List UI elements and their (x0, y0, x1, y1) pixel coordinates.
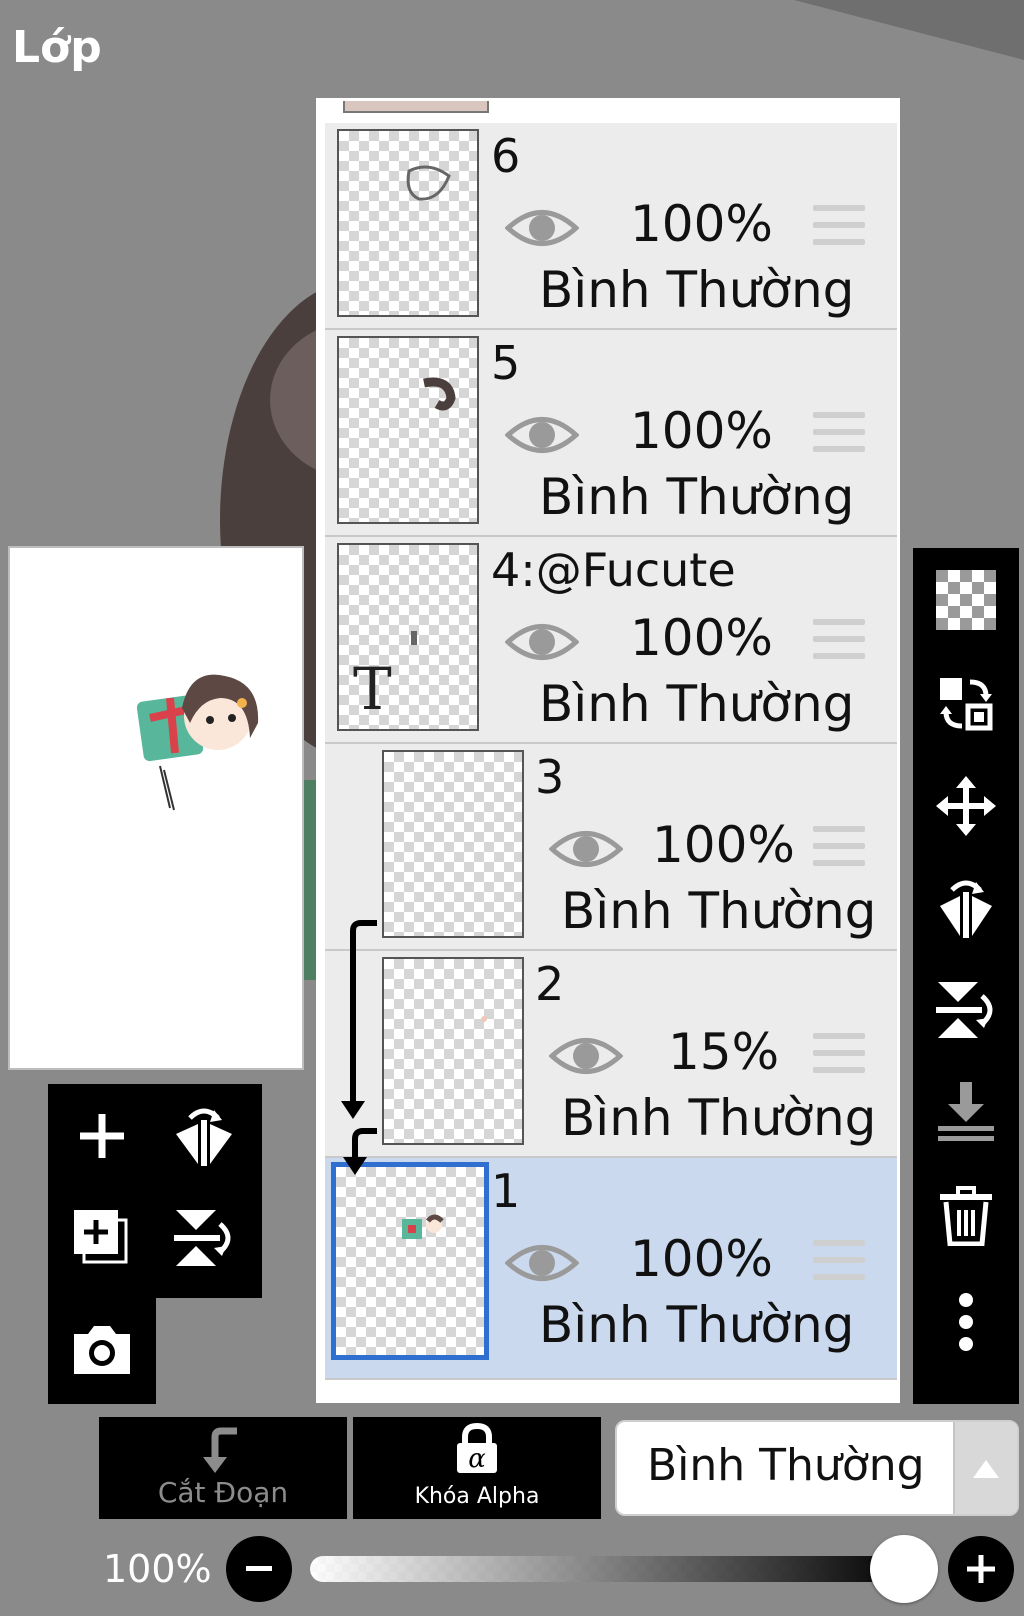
trash-icon[interactable] (936, 1186, 996, 1246)
layer-blend-mode: Bình Thường (539, 1296, 855, 1354)
eye-icon[interactable] (505, 1238, 579, 1288)
clip-button[interactable]: Cắt Đoạn (99, 1417, 347, 1519)
eye-icon[interactable] (505, 410, 579, 460)
flip-vertical-icon[interactable] (936, 980, 996, 1040)
flip-horizontal-icon[interactable] (172, 1104, 236, 1168)
layer-blend-mode: Bình Thường (561, 882, 877, 940)
layer-opacity: 100% (652, 816, 795, 874)
drag-handle-icon[interactable] (813, 205, 865, 249)
alpha-lock-button[interactable]: α Khóa Alpha (353, 1417, 601, 1519)
clipping-arrows-icon (341, 920, 377, 1175)
swap-layers-icon[interactable] (936, 674, 996, 734)
clip-arrow-icon (203, 1427, 237, 1473)
layer-row[interactable]: 3 100% Bình Thường (325, 744, 897, 951)
layer-row[interactable]: 2 15% Bình Thường (325, 951, 897, 1158)
layer-blend-mode: Bình Thường (539, 261, 855, 319)
layer-blend-mode: Bình Thường (539, 468, 855, 526)
canvas-preview[interactable] (8, 546, 304, 1070)
layer-opacity: 15% (668, 1023, 780, 1081)
layer-name: 1 (491, 1164, 521, 1218)
svg-text:α: α (468, 1444, 486, 1474)
layer-row[interactable]: T 4:@Fucute 100% Bình Thường (325, 537, 897, 744)
layer-row[interactable]: 6 100% Bình Thường (325, 123, 897, 330)
layer-row[interactable]: 5 100% Bình Thường (325, 330, 897, 537)
merge-down-icon[interactable] (936, 1082, 996, 1142)
layer-blend-mode: Bình Thường (561, 1089, 877, 1147)
alpha-lock-label: Khóa Alpha (414, 1484, 540, 1509)
camera-icon[interactable] (70, 1318, 134, 1382)
left-toolbar-bottom (48, 1296, 156, 1404)
eye-icon[interactable] (549, 1031, 623, 1081)
more-icon[interactable] (936, 1292, 996, 1352)
blend-mode-value: Bình Thường (647, 1440, 925, 1491)
drag-handle-icon[interactable] (813, 826, 865, 870)
layer-row-selected[interactable]: 1 100% Bình Thường (325, 1158, 897, 1380)
drag-handle-icon[interactable] (813, 1240, 865, 1284)
increase-opacity-button[interactable] (948, 1536, 1014, 1602)
decrease-opacity-button[interactable] (226, 1536, 292, 1602)
layer-name: 3 (535, 750, 565, 804)
clip-label: Cắt Đoạn (157, 1476, 289, 1509)
eye-icon[interactable] (549, 824, 623, 874)
opacity-label: 100% (103, 1547, 212, 1591)
layer-thumbnail (382, 750, 524, 938)
flip-vertical-icon[interactable] (172, 1206, 236, 1270)
right-toolbar (913, 548, 1019, 1404)
layer-opacity: 100% (630, 1230, 773, 1288)
eye-icon[interactable] (505, 203, 579, 253)
add-layer-copy-icon[interactable] (70, 1206, 134, 1270)
layer-name: 2 (535, 957, 565, 1011)
lock-icon: α (457, 1423, 497, 1474)
layer-opacity: 100% (630, 609, 773, 667)
layer-opacity: 100% (630, 195, 773, 253)
opacity-slider[interactable] (310, 1556, 910, 1582)
layer-list-panel[interactable]: 6 100% Bình Thường 5 100% Bình Thường T … (316, 98, 900, 1403)
add-layer-icon[interactable] (70, 1104, 134, 1168)
move-icon[interactable] (936, 776, 996, 836)
layer-thumbnail (382, 957, 524, 1145)
page-title: Lớp (12, 22, 102, 73)
character-illustration (136, 674, 259, 811)
chevron-up-icon[interactable] (953, 1422, 1017, 1514)
layer-opacity: 100% (630, 402, 773, 460)
layer-name: 6 (491, 129, 521, 183)
flip-horizontal-icon[interactable] (936, 878, 996, 938)
drag-handle-icon[interactable] (813, 412, 865, 456)
eye-icon[interactable] (505, 617, 579, 667)
layer-name: 4:@Fucute (491, 543, 736, 597)
minus-icon (246, 1566, 272, 1571)
drag-handle-icon[interactable] (813, 1033, 865, 1077)
opacity-slider-thumb[interactable] (870, 1535, 938, 1603)
layer-blend-mode: Bình Thường (539, 675, 855, 733)
left-toolbar (48, 1084, 262, 1298)
blend-mode-select[interactable]: Bình Thường (615, 1420, 1019, 1516)
drag-handle-icon[interactable] (813, 619, 865, 663)
layer-name: 5 (491, 336, 521, 390)
transparency-icon[interactable] (936, 570, 996, 630)
plus-icon (967, 1555, 995, 1583)
